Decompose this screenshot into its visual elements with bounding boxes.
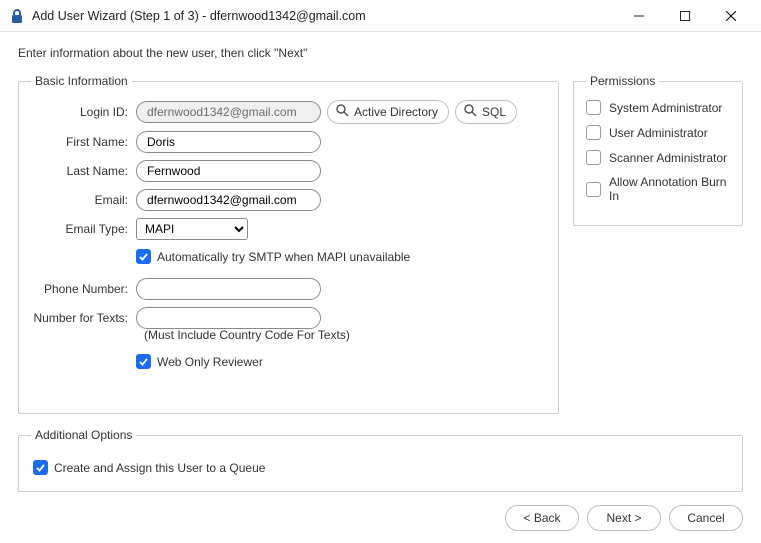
active-directory-button[interactable]: Active Directory <box>327 100 449 124</box>
back-button[interactable]: < Back <box>505 505 579 531</box>
sql-label: SQL <box>482 105 506 119</box>
last-name-label: Last Name: <box>31 164 136 178</box>
phone-label: Phone Number: <box>31 282 136 296</box>
lock-icon <box>10 8 24 24</box>
active-directory-label: Active Directory <box>354 105 438 119</box>
next-button[interactable]: Next > <box>587 505 661 531</box>
login-id-input[interactable] <box>136 101 321 123</box>
email-type-label: Email Type: <box>31 222 136 236</box>
additional-options-group: Additional Options Create and Assign thi… <box>18 428 743 492</box>
basic-information-legend: Basic Information <box>31 74 132 88</box>
search-icon <box>464 104 477 120</box>
email-input[interactable] <box>136 189 321 211</box>
user-administrator-label: User Administrator <box>609 126 708 140</box>
system-administrator-checkbox[interactable] <box>586 100 601 115</box>
texts-input[interactable] <box>136 307 321 329</box>
email-label: Email: <box>31 193 136 207</box>
instruction-text: Enter information about the new user, th… <box>18 46 743 60</box>
first-name-label: First Name: <box>31 135 136 149</box>
login-id-label: Login ID: <box>31 105 136 119</box>
assign-queue-label: Create and Assign this User to a Queue <box>54 461 265 475</box>
assign-queue-checkbox[interactable] <box>33 460 48 475</box>
email-type-select[interactable]: MAPI <box>136 218 248 240</box>
first-name-input[interactable] <box>136 131 321 153</box>
texts-label: Number for Texts: <box>31 311 136 325</box>
basic-information-group: Basic Information Login ID: Active Direc… <box>18 74 559 414</box>
web-only-reviewer-label: Web Only Reviewer <box>157 355 263 369</box>
texts-note: (Must Include Country Code For Texts) <box>144 328 546 342</box>
web-only-reviewer-checkbox[interactable] <box>136 354 151 369</box>
smtp-fallback-label: Automatically try SMTP when MAPI unavail… <box>157 250 410 264</box>
close-button[interactable] <box>709 2 753 30</box>
window-title: Add User Wizard (Step 1 of 3) - dfernwoo… <box>32 9 366 23</box>
last-name-input[interactable] <box>136 160 321 182</box>
user-administrator-checkbox[interactable] <box>586 125 601 140</box>
scanner-administrator-label: Scanner Administrator <box>609 151 727 165</box>
minimize-button[interactable] <box>617 2 661 30</box>
phone-input[interactable] <box>136 278 321 300</box>
smtp-fallback-checkbox[interactable] <box>136 249 151 264</box>
system-administrator-label: System Administrator <box>609 101 722 115</box>
title-bar: Add User Wizard (Step 1 of 3) - dfernwoo… <box>0 0 761 32</box>
sql-button[interactable]: SQL <box>455 100 517 124</box>
permissions-legend: Permissions <box>586 74 659 88</box>
allow-annotation-burn-in-label: Allow Annotation Burn In <box>609 175 730 203</box>
additional-options-legend: Additional Options <box>31 428 136 442</box>
permissions-group: Permissions System Administrator User Ad… <box>573 74 743 226</box>
maximize-button[interactable] <box>663 2 707 30</box>
allow-annotation-burn-in-checkbox[interactable] <box>586 182 601 197</box>
cancel-button[interactable]: Cancel <box>669 505 743 531</box>
scanner-administrator-checkbox[interactable] <box>586 150 601 165</box>
search-icon <box>336 104 349 120</box>
